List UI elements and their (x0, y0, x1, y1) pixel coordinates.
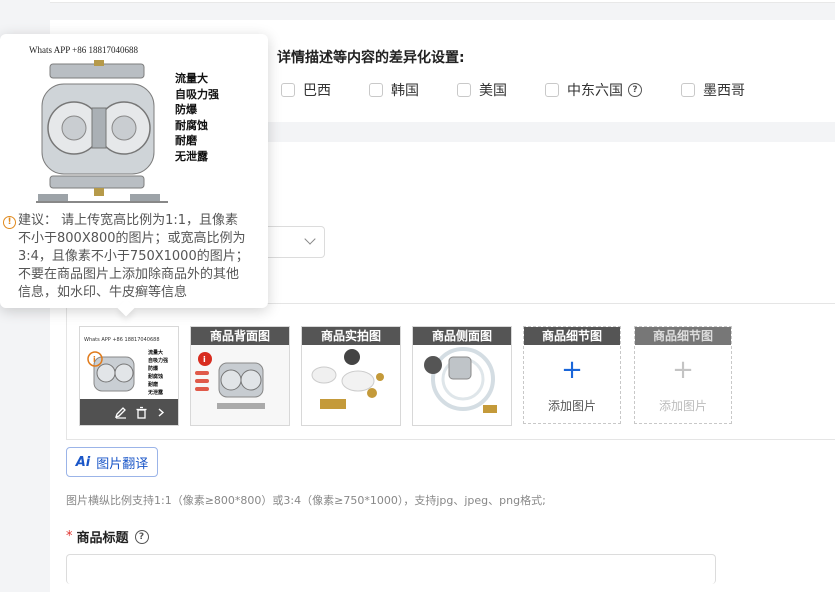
svg-text:i: i (93, 355, 96, 364)
image-slot-back[interactable]: i 商品背面图 (190, 326, 290, 426)
chevron-right-icon[interactable] (156, 406, 166, 419)
add-image-text: 添加图片 (547, 399, 596, 413)
image-slot-label: 商品细节图 (635, 327, 731, 345)
tip-line: 建议： 请上传宽高比例为1:1，且像素 (18, 213, 239, 228)
product-title-text: 商品标题 (76, 531, 129, 546)
svg-text:耐磨: 耐磨 (148, 381, 158, 388)
feature-text: 耐腐蚀 (175, 119, 208, 132)
region-label: 中东六国 (567, 83, 623, 99)
pump-preview-image (36, 60, 168, 203)
image-format-hint: 图片横纵比例支持1:1（像素≥800*800）或3:4（像素≥750*1000）… (66, 494, 546, 507)
upload-suggestion: ! 建议： 请上传宽高比例为1:1，且像素 不小于800X800的图片；或宽高比… (0, 212, 262, 302)
svg-text:自吸力强: 自吸力强 (148, 357, 168, 364)
add-image-text: 添加图片 (658, 399, 707, 413)
top-card-edge (50, 0, 835, 3)
trash-icon[interactable] (135, 406, 148, 419)
product-title-label: * 商品标题 ? (66, 527, 149, 546)
image-slot-real-shot[interactable]: 商品实拍图 (301, 326, 401, 426)
region-label: 美国 (479, 83, 507, 99)
svg-text:耐腐蚀: 耐腐蚀 (148, 373, 163, 380)
region-label: 韩国 (391, 83, 419, 99)
region-checkbox-brazil[interactable]: 巴西 (281, 80, 331, 100)
plus-icon: + (672, 355, 694, 385)
image-slot-label: 商品细节图 (524, 327, 620, 345)
contact-text: Whats APP +86 18817040688 (29, 45, 138, 55)
image-slot-detail-add-disabled: 商品细节图 + 添加图片 (634, 326, 732, 424)
edit-icon[interactable] (114, 406, 127, 419)
svg-text:i: i (203, 355, 206, 364)
tip-line: 信息，如水印、牛皮癣等信息 (18, 285, 188, 300)
question-circle-icon[interactable]: ? (628, 83, 642, 97)
svg-text:流量大: 流量大 (148, 349, 163, 356)
region-label: 墨西哥 (703, 83, 745, 99)
tip-line: 不小于800X800的图片；或宽高比例为 (18, 231, 246, 246)
checkbox-box[interactable] (681, 83, 695, 97)
svg-text:无泄露: 无泄露 (147, 389, 164, 396)
image-slot-main[interactable]: Whats APP +86 18817040688 i 流量大 自吸力强 防爆 耐腐… (79, 326, 179, 426)
translate-button-label: 图片翻译 (96, 456, 149, 472)
feature-text: 无泄露 (175, 150, 208, 163)
feature-text: 耐磨 (175, 134, 197, 147)
feature-text: 自吸力强 (175, 88, 219, 101)
plus-icon: + (561, 355, 583, 385)
chevron-down-icon (304, 233, 316, 245)
image-preview-popover: Whats APP +86 18817040688 流量大 自吸力强 防爆 耐腐… (0, 34, 268, 308)
image-slot-side[interactable]: 商品侧面图 (412, 326, 512, 426)
tip-line: 不要在商品图片上添加除商品外的其他 (18, 267, 240, 282)
image-slot-label: 商品实拍图 (302, 327, 400, 345)
image-translate-button[interactable]: Ai 图片翻译 (66, 447, 158, 477)
product-title-input[interactable] (66, 554, 716, 584)
region-section-title: 详情描述等内容的差异化设置: (277, 50, 465, 66)
region-checkbox-middle-east[interactable]: 中东六国 ? (545, 80, 642, 100)
region-checkbox-korea[interactable]: 韩国 (369, 80, 419, 100)
region-label: 巴西 (303, 83, 331, 99)
warning-icon: ! (3, 216, 16, 229)
feature-text: 流量大 (175, 72, 208, 85)
checkbox-box[interactable] (457, 83, 471, 97)
region-checkbox-mexico[interactable]: 墨西哥 (681, 80, 745, 100)
region-checkbox-usa[interactable]: 美国 (457, 80, 507, 100)
tip-line: 3:4，且像素不小于750X1000的图片； (18, 249, 249, 264)
image-slot-label: 商品侧面图 (413, 327, 511, 345)
image-slot-label: 商品背面图 (191, 327, 289, 345)
checkbox-box[interactable] (281, 83, 295, 97)
svg-text:防爆: 防爆 (148, 365, 159, 372)
image-slot-detail-add[interactable]: 商品细节图 + 添加图片 (523, 326, 621, 424)
image-toolbar (80, 399, 178, 425)
svg-text:Whats APP +86 18817040688: Whats APP +86 18817040688 (84, 337, 160, 343)
question-circle-icon[interactable]: ? (134, 529, 149, 544)
checkbox-box[interactable] (545, 83, 559, 97)
required-mark: * (66, 529, 73, 544)
ai-icon: Ai (75, 454, 91, 470)
feature-text: 防爆 (175, 103, 197, 116)
checkbox-box[interactable] (369, 83, 383, 97)
